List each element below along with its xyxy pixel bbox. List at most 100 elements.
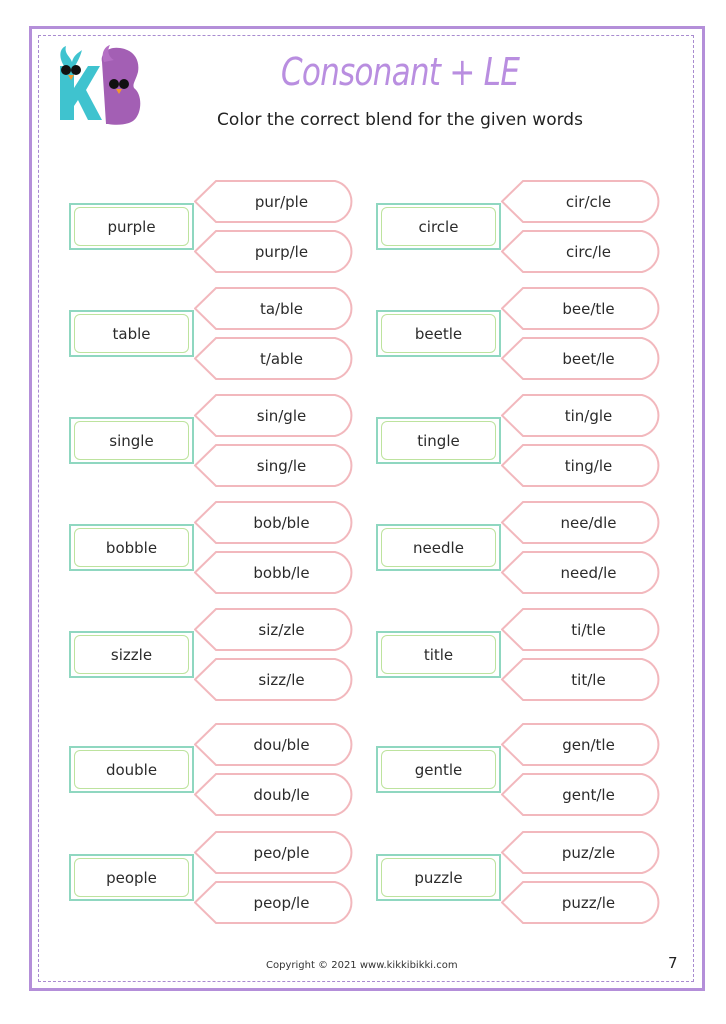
blend-option[interactable]: beet/le [501,337,664,380]
blend-option[interactable]: sin/gle [194,394,357,437]
word-pair: title ti/tle tit/le [376,608,671,703]
blend-option[interactable]: gent/le [501,773,664,816]
word-pair: single sin/gle sing/le [69,394,364,489]
word-label: needle [381,528,496,567]
blend-option[interactable]: ti/tle [501,608,664,651]
blend-option-label: puzz/le [561,893,616,912]
blend-option[interactable]: nee/dle [501,501,664,544]
blend-option-label: cir/cle [565,192,612,211]
word-box: circle [376,203,501,250]
blend-option-label: bob/ble [253,513,310,532]
blend-option-label: dou/ble [253,735,310,754]
word-pair: people peo/ple peop/le [69,831,364,926]
word-box: puzzle [376,854,501,901]
word-label: puzzle [381,858,496,897]
word-pair: double dou/ble doub/le [69,723,364,818]
word-pair: tingle tin/gle ting/le [376,394,671,489]
kb-monster-logo-icon [50,44,145,128]
blend-option[interactable]: puz/zle [501,831,664,874]
word-label: sizzle [74,635,189,674]
blend-option[interactable]: ting/le [501,444,664,487]
blend-option-label: doub/le [253,785,310,804]
blend-option-label: siz/zle [258,620,305,639]
blend-option-label: tin/gle [564,406,613,425]
word-label: gentle [381,750,496,789]
blend-option[interactable]: gen/tle [501,723,664,766]
word-pair: sizzle siz/zle sizz/le [69,608,364,703]
blend-option-label: bee/tle [562,299,615,318]
blend-option-label: sin/gle [256,406,307,425]
word-label: title [381,635,496,674]
word-pair: bobble bob/ble bobb/le [69,501,364,596]
word-box: table [69,310,194,357]
word-label: double [74,750,189,789]
blend-option[interactable]: bob/ble [194,501,357,544]
blend-option[interactable]: bee/tle [501,287,664,330]
blend-option-label: peop/le [253,893,310,912]
blend-option-label: puz/zle [561,843,616,862]
blend-option-label: tit/le [571,670,606,689]
blend-option-label: pur/ple [254,192,309,211]
blend-option[interactable]: sizz/le [194,658,357,701]
word-label: circle [381,207,496,246]
blend-option[interactable]: bobb/le [194,551,357,594]
blend-option[interactable]: purp/le [194,230,357,273]
blend-option[interactable]: doub/le [194,773,357,816]
blend-option[interactable]: circ/le [501,230,664,273]
blend-option-label: bobb/le [253,563,310,582]
word-box: sizzle [69,631,194,678]
blend-option-label: ti/tle [571,620,606,639]
word-pair: purple pur/ple purp/le [69,180,364,275]
page-number: 7 [668,954,678,972]
word-box: bobble [69,524,194,571]
blend-option-label: nee/dle [560,513,617,532]
instructions: Color the correct blend for the given wo… [217,110,583,130]
blend-option[interactable]: siz/zle [194,608,357,651]
word-pair: beetle bee/tle beet/le [376,287,671,382]
blend-option[interactable]: ta/ble [194,287,357,330]
blend-option[interactable]: dou/ble [194,723,357,766]
blend-option-label: sing/le [256,456,307,475]
word-label: tingle [381,421,496,460]
word-label: beetle [381,314,496,353]
word-box: needle [376,524,501,571]
blend-option-label: gen/tle [562,735,615,754]
word-box: gentle [376,746,501,793]
word-pair: puzzle puz/zle puzz/le [376,831,671,926]
blend-option-label: gent/le [562,785,615,804]
word-box: beetle [376,310,501,357]
blend-option-label: beet/le [562,349,615,368]
copyright-text: Copyright © 2021 www.kikkibikki.com [266,960,458,971]
word-pair: circle cir/cle circ/le [376,180,671,275]
word-label: bobble [74,528,189,567]
blend-option[interactable]: cir/cle [501,180,664,223]
blend-option[interactable]: tit/le [501,658,664,701]
blend-option-label: ta/ble [259,299,304,318]
blend-option[interactable]: peop/le [194,881,357,924]
blend-option-label: circ/le [566,242,611,261]
blend-option[interactable]: puzz/le [501,881,664,924]
word-label: single [74,421,189,460]
word-pair: gentle gen/tle gent/le [376,723,671,818]
blend-option[interactable]: pur/ple [194,180,357,223]
blend-option[interactable]: tin/gle [501,394,664,437]
blend-option-label: need/le [560,563,617,582]
blend-option[interactable]: sing/le [194,444,357,487]
blend-option-label: sizz/le [258,670,305,689]
word-pair: needle nee/dle need/le [376,501,671,596]
word-box: people [69,854,194,901]
word-box: title [376,631,501,678]
blend-option[interactable]: need/le [501,551,664,594]
word-pair: table ta/ble t/able [69,287,364,382]
blend-option-label: t/able [259,349,304,368]
page-title: Consonant + LE [280,50,520,94]
word-box: purple [69,203,194,250]
blend-option-label: ting/le [564,456,613,475]
word-box: single [69,417,194,464]
blend-option-label: purp/le [254,242,309,261]
blend-option[interactable]: peo/ple [194,831,357,874]
word-label: table [74,314,189,353]
word-box: double [69,746,194,793]
blend-option-label: peo/ple [253,843,310,862]
blend-option[interactable]: t/able [194,337,357,380]
